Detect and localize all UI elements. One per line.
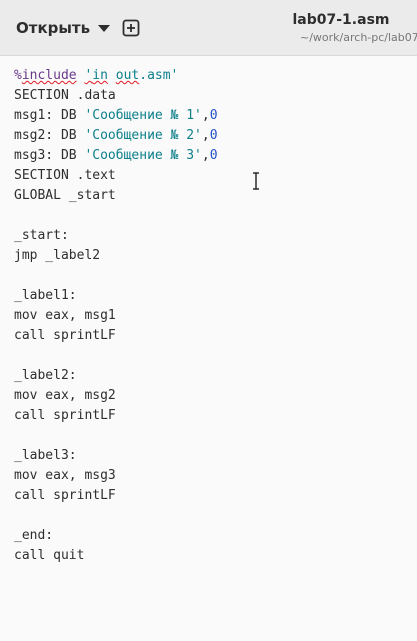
code-line: msg3: DB 'Сообщение № 3',0 xyxy=(14,146,218,166)
code-line: call sprintLF xyxy=(14,328,116,343)
text-editor[interactable]: %include 'in out.asm' SECTION .data msg1… xyxy=(0,57,417,641)
code-line: GLOBAL _start xyxy=(14,188,116,203)
code-token: msg1: DB xyxy=(14,108,85,123)
code-token: , xyxy=(201,128,210,143)
code-token-string: .asm' xyxy=(139,68,179,83)
code-line: SECTION .data xyxy=(14,88,116,103)
new-tab-icon xyxy=(122,19,140,37)
code-token-misspelled: out xyxy=(115,68,140,83)
code-token: msg3: DB xyxy=(14,148,85,163)
code-token-string xyxy=(108,68,116,83)
new-tab-button[interactable] xyxy=(116,13,146,43)
code-line: _label2: xyxy=(14,368,77,383)
code-line: call quit xyxy=(14,548,85,563)
code-line: _label1: xyxy=(14,288,77,303)
code-line: mov eax, msg2 xyxy=(14,388,116,403)
code-line: _end: xyxy=(14,528,54,543)
code-token-misspelled: include xyxy=(21,68,77,83)
code-line: mov eax, msg1 xyxy=(14,308,116,323)
code-line: jmp _label2 xyxy=(14,248,101,263)
chevron-down-icon xyxy=(98,24,111,32)
code-line: SECTION .text xyxy=(14,168,116,183)
code-line: _start: xyxy=(14,228,69,243)
code-line: msg1: DB 'Сообщение № 1',0 xyxy=(14,106,218,126)
code-line: mov eax, msg3 xyxy=(14,468,116,483)
code-token: msg2: DB xyxy=(14,128,85,143)
code-token-string: 'Сообщение № 3' xyxy=(84,148,202,163)
code-line: _label3: xyxy=(14,448,77,463)
code-line: call sprintLF xyxy=(14,408,116,423)
code-token: % xyxy=(14,68,22,83)
code-token-number: 0 xyxy=(209,108,218,123)
code-token: , xyxy=(201,148,210,163)
code-token-number: 0 xyxy=(209,128,218,143)
header-bar: Открыть lab07-1.asm ~/work/arch-pc/lab07 xyxy=(0,0,417,56)
code-token-misspelled: in xyxy=(92,68,108,83)
code-view[interactable]: %include 'in out.asm' SECTION .data msg1… xyxy=(14,66,218,566)
open-button[interactable]: Открыть xyxy=(8,10,118,46)
window-title-block: lab07-1.asm ~/work/arch-pc/lab07 xyxy=(280,12,417,44)
code-line: call sprintLF xyxy=(14,488,116,503)
code-line: %include 'in out.asm' xyxy=(14,66,218,86)
code-token-string: 'Сообщение № 1' xyxy=(84,108,202,123)
code-token-string: 'Сообщение № 2' xyxy=(84,128,202,143)
file-title: lab07-1.asm xyxy=(292,12,390,28)
code-token-number: 0 xyxy=(209,148,218,163)
text-cursor-icon xyxy=(253,172,259,190)
file-path: ~/work/arch-pc/lab07 xyxy=(300,31,417,44)
open-button-label: Открыть xyxy=(16,19,91,37)
code-token: , xyxy=(201,108,210,123)
code-line: msg2: DB 'Сообщение № 2',0 xyxy=(14,126,218,146)
